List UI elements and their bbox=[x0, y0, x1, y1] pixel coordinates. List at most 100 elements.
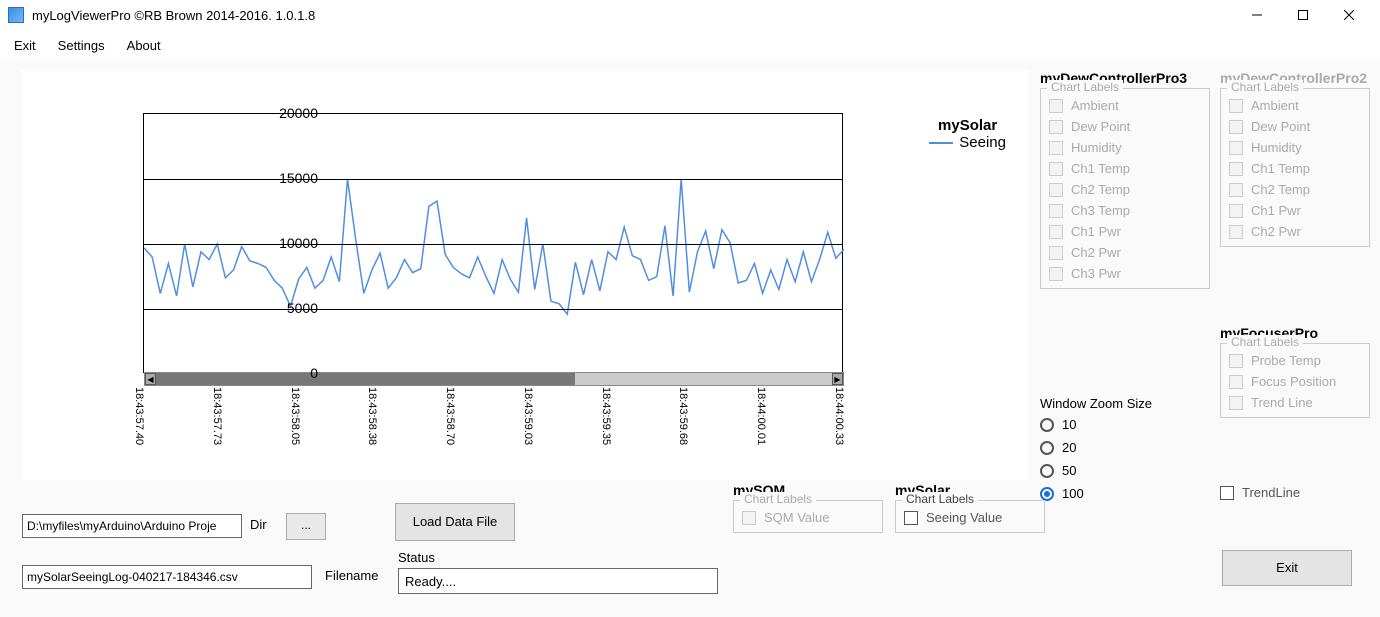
y-tick-label: 15000 bbox=[218, 170, 318, 186]
dew3-checkbox-0 bbox=[1049, 99, 1063, 113]
menu-settings[interactable]: Settings bbox=[58, 38, 105, 53]
panel-zoom: Window Zoom Size 10 20 50 100 bbox=[1040, 396, 1210, 505]
dew3-row-0: Ambient bbox=[1049, 95, 1201, 116]
maximize-button[interactable] bbox=[1280, 0, 1326, 30]
panel-focuser-group: Chart Labels Probe TempFocus PositionTre… bbox=[1220, 343, 1370, 418]
dew2-label-3: Ch1 Temp bbox=[1251, 161, 1310, 176]
dew3-checkbox-4 bbox=[1049, 183, 1063, 197]
x-tick-label: 18:44:00.33 bbox=[785, 387, 845, 388]
dew3-label-2: Humidity bbox=[1071, 140, 1122, 155]
dew3-label-1: Dew Point bbox=[1071, 119, 1130, 134]
status-field[interactable] bbox=[398, 568, 718, 594]
dew2-row-5: Ch1 Pwr bbox=[1229, 200, 1361, 221]
minimize-button[interactable] bbox=[1234, 0, 1280, 30]
solar-row-0: Seeing Value bbox=[904, 507, 1036, 528]
window-controls bbox=[1234, 0, 1372, 30]
close-button[interactable] bbox=[1326, 0, 1372, 30]
x-tick-label: 18:43:59.68 bbox=[629, 387, 689, 388]
dew2-label-2: Humidity bbox=[1251, 140, 1302, 155]
x-tick-label: 18:43:58.05 bbox=[241, 387, 301, 388]
filename-label: Filename bbox=[325, 568, 378, 583]
panel-dew3-group: Chart Labels AmbientDew PointHumidityCh1… bbox=[1040, 88, 1210, 289]
panel-sqm-group-label: Chart Labels bbox=[740, 492, 816, 506]
panel-sqm-group: Chart Labels SQM Value bbox=[733, 500, 883, 533]
trendline-label: TrendLine bbox=[1242, 485, 1300, 500]
load-button[interactable]: Load Data File bbox=[395, 503, 515, 541]
y-tick-label: 0 bbox=[218, 365, 318, 381]
menu-exit[interactable]: Exit bbox=[14, 38, 36, 53]
panel-dew3: myDewControllerPro3 Chart Labels Ambient… bbox=[1040, 70, 1210, 289]
y-tick-label: 5000 bbox=[218, 300, 318, 316]
solar-label-0: Seeing Value bbox=[926, 510, 1002, 525]
zoom-label-20: 20 bbox=[1062, 440, 1076, 455]
zoom-option-100[interactable]: 100 bbox=[1040, 482, 1210, 505]
dew3-checkbox-7 bbox=[1049, 246, 1063, 260]
dew3-row-4: Ch2 Temp bbox=[1049, 179, 1201, 200]
x-tick-label: 18:43:58.38 bbox=[318, 387, 378, 388]
dew3-row-6: Ch1 Pwr bbox=[1049, 221, 1201, 242]
dew2-checkbox-2 bbox=[1229, 141, 1243, 155]
dew2-row-6: Ch2 Pwr bbox=[1229, 221, 1361, 242]
zoom-option-50[interactable]: 50 bbox=[1040, 459, 1210, 482]
focuser-checkbox-1 bbox=[1229, 375, 1243, 389]
status-label: Status bbox=[398, 550, 435, 565]
chart-legend: mySolar Seeing bbox=[929, 117, 1006, 151]
dew2-checkbox-5 bbox=[1229, 204, 1243, 218]
app-icon bbox=[8, 7, 24, 23]
dew3-label-4: Ch2 Temp bbox=[1071, 182, 1130, 197]
trendline-checkbox[interactable] bbox=[1220, 486, 1234, 500]
panel-solar-group-label: Chart Labels bbox=[902, 492, 978, 506]
focuser-row-1: Focus Position bbox=[1229, 371, 1361, 392]
titlebar-title: myLogViewerPro ©RB Brown 2014-2016. 1.0.… bbox=[32, 8, 1234, 23]
menu-about[interactable]: About bbox=[127, 38, 161, 53]
dir-input[interactable] bbox=[22, 514, 242, 538]
zoom-option-10[interactable]: 10 bbox=[1040, 413, 1210, 436]
focuser-row-2: Trend Line bbox=[1229, 392, 1361, 413]
chart-panel: ◀ ▶ mySolar Seeing 050001000015000200001… bbox=[22, 70, 1027, 480]
scroll-right-icon[interactable]: ▶ bbox=[832, 373, 843, 385]
dew3-row-3: Ch1 Temp bbox=[1049, 158, 1201, 179]
focuser-label-1: Focus Position bbox=[1251, 374, 1336, 389]
sqm-label-0: SQM Value bbox=[764, 510, 830, 525]
dew3-row-5: Ch3 Temp bbox=[1049, 200, 1201, 221]
zoom-label-50: 50 bbox=[1062, 463, 1076, 478]
dew2-checkbox-3 bbox=[1229, 162, 1243, 176]
panel-dew2-group: Chart Labels AmbientDew PointHumidityCh1… bbox=[1220, 88, 1370, 247]
dew3-row-7: Ch2 Pwr bbox=[1049, 242, 1201, 263]
x-tick-label: 18:43:57.73 bbox=[163, 387, 223, 388]
sqm-row-0: SQM Value bbox=[742, 507, 874, 528]
focuser-label-2: Trend Line bbox=[1251, 395, 1313, 410]
dew3-checkbox-2 bbox=[1049, 141, 1063, 155]
zoom-radio-50[interactable] bbox=[1040, 464, 1054, 478]
zoom-radio-20[interactable] bbox=[1040, 441, 1054, 455]
solar-checkbox-0[interactable] bbox=[904, 511, 918, 525]
dew2-row-2: Humidity bbox=[1229, 137, 1361, 158]
panel-solar-group: Chart Labels Seeing Value bbox=[895, 500, 1045, 533]
zoom-radio-10[interactable] bbox=[1040, 418, 1054, 432]
dir-browse-button[interactable]: ... bbox=[286, 513, 326, 540]
x-tick-label: 18:44:00.01 bbox=[707, 387, 767, 388]
dir-label: Dir bbox=[250, 517, 267, 532]
panel-focuser-group-label: Chart Labels bbox=[1227, 335, 1303, 349]
dew3-label-8: Ch3 Pwr bbox=[1071, 266, 1121, 281]
panel-sqm: mySQM Chart Labels SQM Value bbox=[733, 482, 883, 533]
filename-input[interactable] bbox=[22, 565, 312, 589]
dew2-label-1: Dew Point bbox=[1251, 119, 1310, 134]
exit-button[interactable]: Exit bbox=[1222, 550, 1352, 586]
legend-series-label: Seeing bbox=[959, 134, 1006, 151]
dew2-row-0: Ambient bbox=[1229, 95, 1361, 116]
titlebar: myLogViewerPro ©RB Brown 2014-2016. 1.0.… bbox=[0, 0, 1380, 30]
dew2-label-0: Ambient bbox=[1251, 98, 1299, 113]
focuser-checkbox-2 bbox=[1229, 396, 1243, 410]
scroll-left-icon[interactable]: ◀ bbox=[145, 373, 156, 385]
panel-dew2: myDewControllerPro2 Chart Labels Ambient… bbox=[1220, 70, 1370, 247]
dew2-label-6: Ch2 Pwr bbox=[1251, 224, 1301, 239]
focuser-row-0: Probe Temp bbox=[1229, 350, 1361, 371]
panel-zoom-title: Window Zoom Size bbox=[1040, 396, 1210, 411]
panel-focuser: myFocuserPro Chart Labels Probe TempFocu… bbox=[1220, 325, 1370, 418]
panel-trendline: TrendLine bbox=[1220, 482, 1370, 503]
zoom-option-20[interactable]: 20 bbox=[1040, 436, 1210, 459]
dew3-label-6: Ch1 Pwr bbox=[1071, 224, 1121, 239]
x-tick-label: 18:43:58.70 bbox=[396, 387, 456, 388]
dew2-checkbox-1 bbox=[1229, 120, 1243, 134]
